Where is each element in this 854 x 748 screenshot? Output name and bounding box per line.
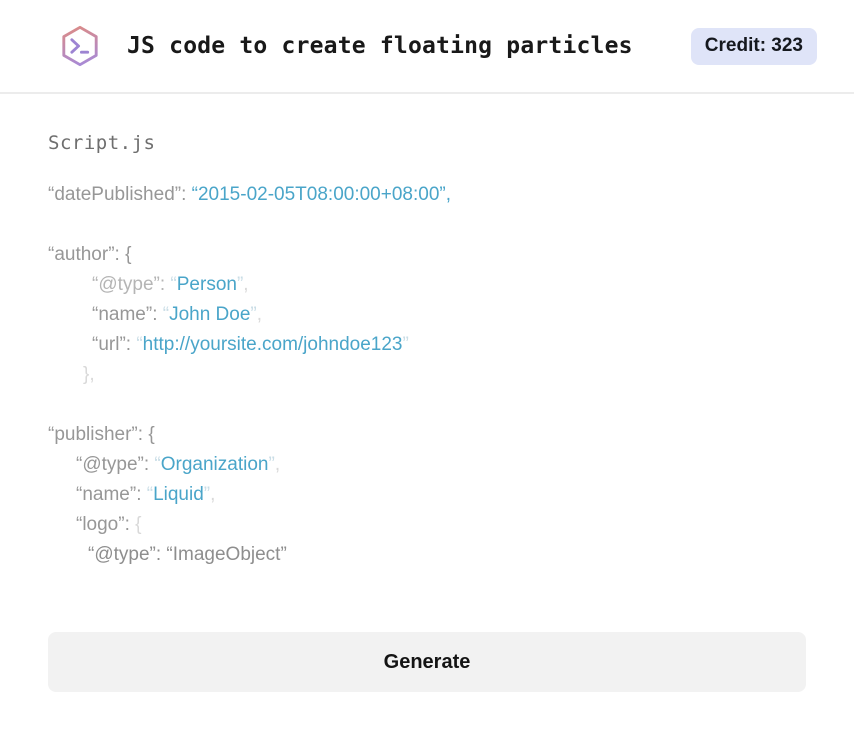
code-token: : (152, 304, 163, 325)
code-line: “url”: “http://yoursite.com/johndoe123” (48, 330, 806, 360)
code-token: “url” (92, 334, 126, 355)
code-token: : (159, 274, 171, 295)
page-title: JS code to create floating particles (127, 33, 633, 59)
code-line: “author”: { (48, 240, 806, 270)
code-line: “publisher”: { (48, 420, 806, 450)
code-token: “@type” (92, 274, 160, 295)
code-line: “logo”: { (48, 510, 806, 540)
code-token: }, (83, 364, 95, 385)
code-token: “name” (92, 304, 153, 325)
code-token: : { (137, 424, 155, 445)
code-token: “@type”: “ImageObject” (88, 544, 287, 565)
code-line: “@type”: “Person”, (48, 270, 806, 300)
file-name-label: Script.js (48, 132, 156, 154)
code-line: “name”: “Liquid”, (48, 480, 806, 510)
code-token: John Doe (169, 304, 251, 325)
code-token: ” (402, 334, 409, 355)
code-token: : (181, 184, 192, 205)
code-token: , (274, 454, 281, 475)
code-token: : (143, 454, 155, 475)
code-token: “publisher” (48, 424, 138, 445)
credit-badge: Credit: 323 (690, 27, 817, 65)
code-line: }, (48, 360, 806, 390)
code-token: Person (176, 274, 237, 295)
app-header: JS code to create floating particles Cre… (0, 0, 854, 94)
code-token: : (125, 334, 137, 355)
code-token: “datePublished” (48, 184, 182, 205)
code-token: “2015-02-05T08:00:00+08:00”, (191, 184, 451, 205)
code-token: Liquid (153, 484, 204, 505)
code-token: http://yoursite.com/johndoe123 (142, 334, 403, 355)
code-token: “name” (76, 484, 137, 505)
code-token: , (256, 304, 263, 325)
code-token: Organization (160, 454, 269, 475)
code-token: “logo” (76, 514, 125, 535)
code-token: , (210, 484, 216, 505)
code-token: : { (114, 244, 132, 265)
code-token: : (136, 484, 147, 505)
code-token: “author” (48, 244, 115, 265)
code-token: : (124, 514, 136, 535)
main-content: Script.js “datePublished”: “2015-02-05T0… (0, 132, 854, 692)
code-token: , (243, 274, 249, 295)
code-block: “datePublished”: “2015-02-05T08:00:00+08… (48, 180, 806, 570)
code-token: “@type” (76, 454, 144, 475)
code-token: { (135, 514, 142, 535)
code-line: “name”: “John Doe”, (48, 300, 806, 330)
code-line: “@type”: “ImageObject” (48, 540, 806, 570)
code-line: “@type”: “Organization”, (48, 450, 806, 480)
code-line: “datePublished”: “2015-02-05T08:00:00+08… (48, 180, 806, 210)
terminal-prompt-hexagon-icon (57, 23, 103, 69)
generate-button[interactable]: Generate (48, 632, 806, 692)
